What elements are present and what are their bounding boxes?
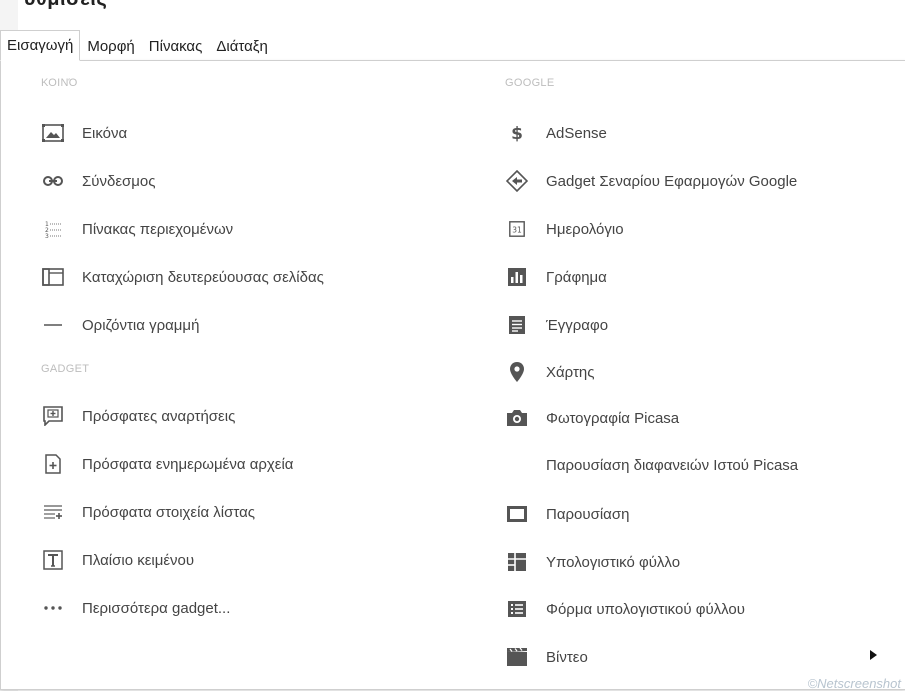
link-icon [41, 169, 65, 193]
video-icon [505, 645, 529, 669]
camera-icon [505, 406, 529, 430]
menu-item-label: Παρουσίαση διαφανειών Ιστού Picasa [546, 456, 799, 474]
menu-item-label: AdSense [546, 124, 607, 142]
presentation-icon [505, 502, 529, 526]
menu-item-calendar[interactable]: 31 Ημερολόγιο [505, 214, 624, 244]
recent-files-icon [41, 452, 65, 476]
menu-item-label: Οριζόντια γραμμή [82, 316, 200, 334]
menu-item-subpage-listing[interactable]: Καταχώριση δευτερεύουσας σελίδας [41, 262, 324, 292]
menu-item-text-box[interactable]: Πλαίσιο κειμένου [41, 545, 194, 575]
apps-script-icon [505, 169, 529, 193]
page: Ρυθμίσεις Εισαγωγή Μορφή Πίνακας Διάταξη… [0, 0, 905, 691]
partial-page-title: Ρυθμίσεις [10, 0, 107, 11]
watermark: ©Netscreenshot [807, 676, 901, 691]
menu-item-table-of-contents[interactable]: 123 Πίνακας περιεχομένων [41, 214, 233, 244]
menu-item-label: Χάρτης [546, 363, 595, 381]
top-strip: Ρυθμίσεις [0, 0, 905, 30]
menu-item-spreadsheet[interactable]: Υπολογιστικό φύλλο [505, 547, 680, 577]
form-icon [505, 597, 529, 621]
menu-item-link[interactable]: Σύνδεσμος [41, 166, 155, 196]
menu-item-recent-files[interactable]: Πρόσφατα ενημερωμένα αρχεία [41, 449, 293, 479]
image-icon [41, 121, 65, 145]
menu-item-horizontal-line[interactable]: Οριζόντια γραμμή [41, 310, 199, 340]
svg-text:$: $ [511, 124, 523, 143]
text-box-icon [41, 548, 65, 572]
menu-item-label: Φόρμα υπολογιστικού φύλλου [546, 600, 745, 618]
menu-item-chart[interactable]: Γράφημα [505, 262, 607, 292]
menu-item-label: Πίνακας περιεχομένων [82, 220, 234, 238]
recent-posts-icon [41, 404, 65, 428]
subpage-listing-icon [41, 265, 65, 289]
menu-item-label: Πλαίσιο κειμένου [82, 551, 195, 569]
menu-item-label: Πρόσφατα ενημερωμένα αρχεία [82, 455, 294, 473]
section-heading-gadget: GADGET [41, 363, 90, 375]
menu-item-label: Εικόνα [82, 124, 128, 142]
tab-format[interactable]: Μορφή [80, 30, 141, 61]
blank-icon-slot [505, 453, 529, 477]
svg-text:3: 3 [45, 233, 49, 238]
svg-text:31: 31 [512, 226, 522, 235]
menu-item-label: Υπολογιστικό φύλλο [546, 553, 681, 571]
menu-item-presentation[interactable]: Παρουσίαση [505, 499, 629, 529]
submenu-arrow-icon [870, 650, 877, 660]
menu-item-label: Ημερολόγιο [546, 220, 624, 238]
menu-item-picasa-photo[interactable]: Φωτογραφία Picasa [505, 403, 679, 433]
recent-list-items-icon [41, 500, 65, 524]
table-of-contents-icon: 123 [41, 217, 65, 241]
document-icon [505, 313, 529, 337]
menu-item-apps-script-gadget[interactable]: Gadget Σεναρίου Εφαρμογών Google [505, 166, 797, 196]
menu-item-image[interactable]: Εικόνα [41, 118, 127, 148]
spreadsheet-icon [505, 550, 529, 574]
chart-icon [505, 265, 529, 289]
more-dots-icon [41, 596, 65, 620]
section-heading-google: GOOGLE [505, 77, 555, 89]
menu-item-label: Παρουσίαση [546, 505, 630, 523]
menu-item-label: Πρόσφατες αναρτήσεις [82, 407, 236, 425]
menu-item-picasa-slideshow[interactable]: Παρουσίαση διαφανειών Ιστού Picasa [505, 450, 798, 480]
menu-item-document[interactable]: Έγγραφο [505, 310, 608, 340]
tab-layout[interactable]: Διάταξη [209, 30, 274, 61]
map-pin-icon [505, 360, 529, 384]
dollar-icon: $ [505, 121, 529, 145]
menu-item-label: Πρόσφατα στοιχεία λίστας [82, 503, 255, 521]
menu-item-recent-list-items[interactable]: Πρόσφατα στοιχεία λίστας [41, 497, 255, 527]
menubar: Εισαγωγή Μορφή Πίνακας Διάταξη [0, 30, 275, 61]
menu-item-more-gadgets[interactable]: Περισσότερα gadget... [41, 593, 230, 623]
insert-dropdown-menu: ΚΟΙΝΌ Εικόνα Σύνδεσμος 123 Πίνακας περιε… [0, 60, 905, 690]
calendar-icon: 31 [505, 217, 529, 241]
menu-item-spreadsheet-form[interactable]: Φόρμα υπολογιστικού φύλλου [505, 594, 745, 624]
menu-item-label: Έγγραφο [546, 316, 609, 334]
menu-item-label: Σύνδεσμος [82, 172, 156, 190]
section-heading-common: ΚΟΙΝΌ [41, 77, 78, 89]
menu-item-label: Gadget Σεναρίου Εφαρμογών Google [546, 172, 798, 190]
menu-item-label: Φωτογραφία Picasa [546, 409, 680, 427]
menu-item-label: Περισσότερα gadget... [82, 599, 231, 617]
tab-table[interactable]: Πίνακας [142, 30, 210, 61]
horizontal-line-icon [41, 313, 65, 337]
menu-item-label: Βίντεο [546, 648, 588, 666]
menu-item-map[interactable]: Χάρτης [505, 357, 595, 387]
menu-item-recent-posts[interactable]: Πρόσφατες αναρτήσεις [41, 401, 235, 431]
menu-item-label: Γράφημα [546, 268, 607, 286]
menu-item-label: Καταχώριση δευτερεύουσας σελίδας [82, 268, 324, 286]
tab-insert[interactable]: Εισαγωγή [0, 30, 81, 61]
menu-item-adsense[interactable]: $ AdSense [505, 118, 607, 148]
menu-item-video[interactable]: Βίντεο [505, 642, 891, 672]
